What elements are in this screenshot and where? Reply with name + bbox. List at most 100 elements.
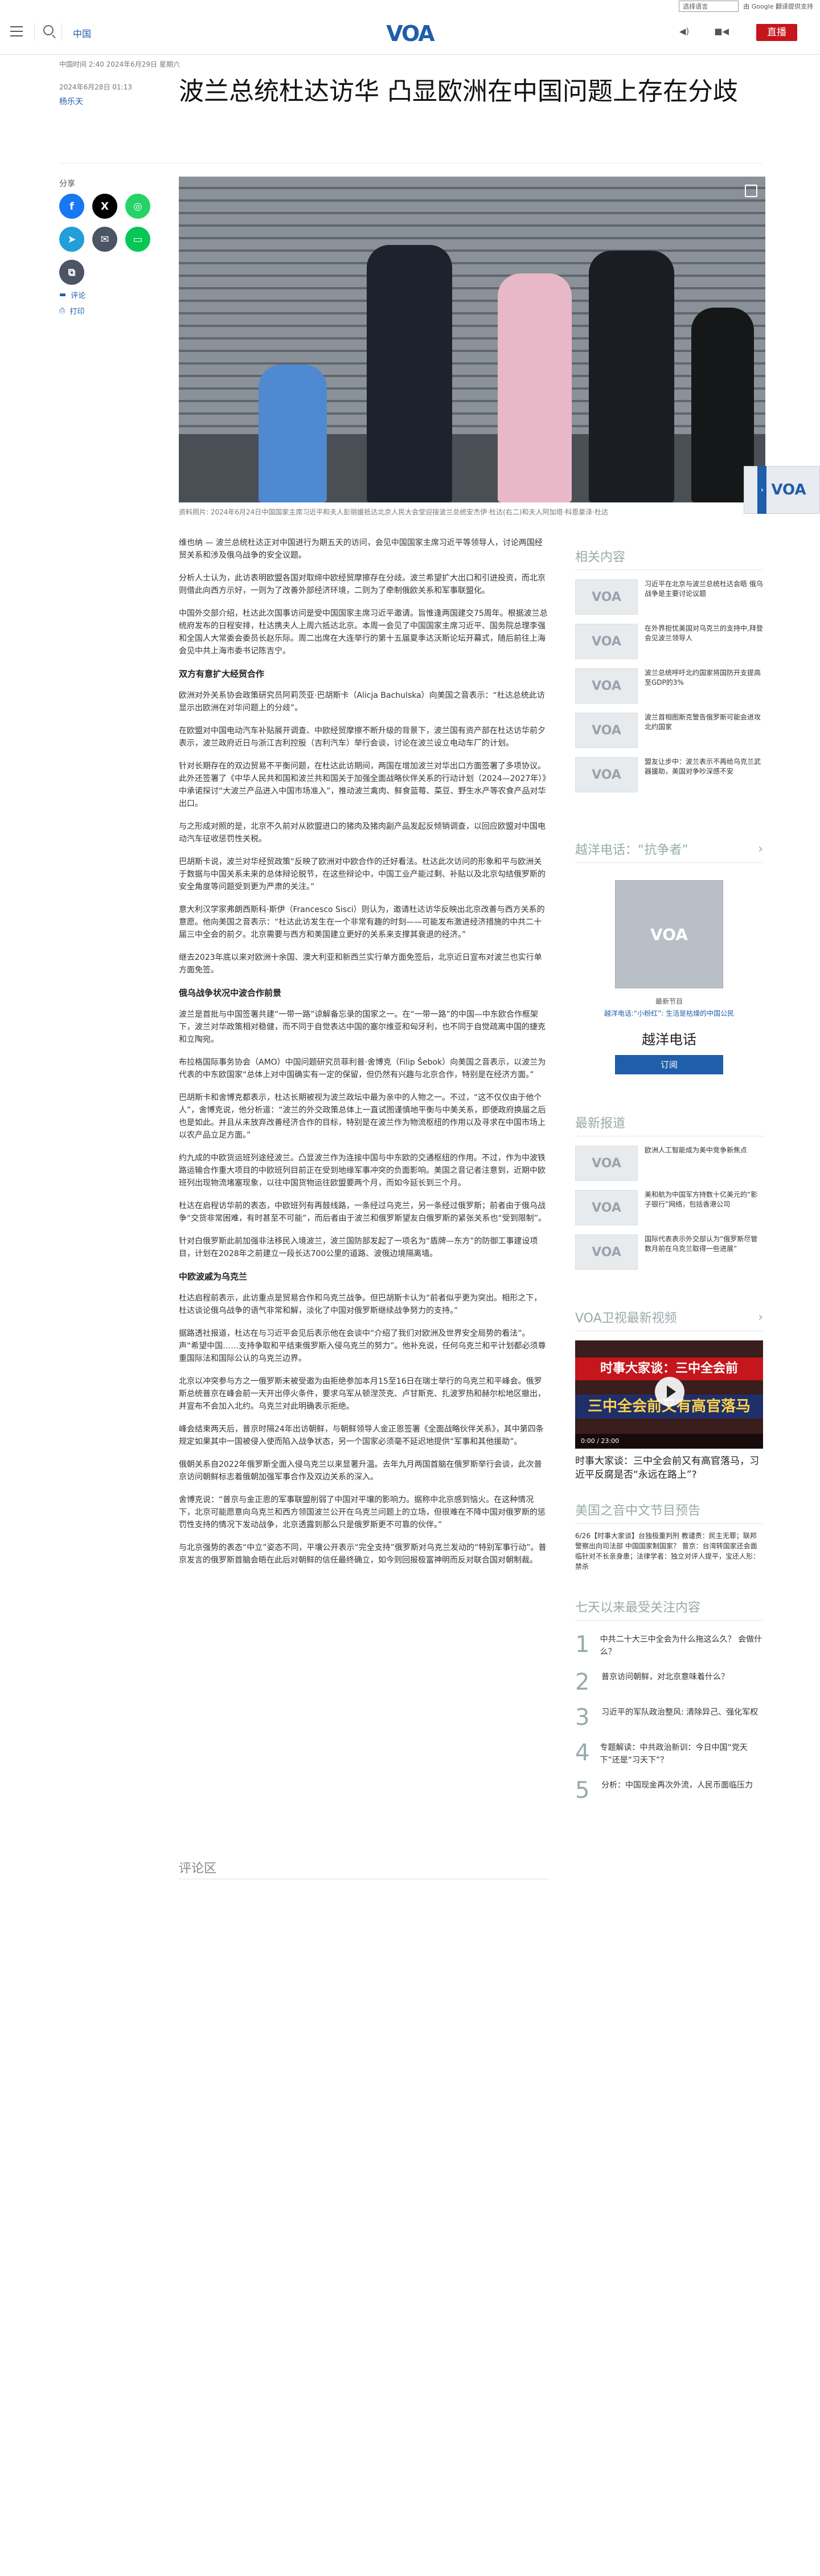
facebook-icon[interactable]: f <box>59 194 84 219</box>
rank-number: 2 <box>575 1669 590 1695</box>
header-icons: ◀) ■◀ <box>679 26 729 36</box>
comments-heading: 评论区 <box>179 1862 217 1876</box>
floating-voa-widget[interactable]: › VOA <box>744 466 820 514</box>
site-header: 中国 VOA ◀) ■◀ 直播 <box>0 14 820 55</box>
popular-item[interactable]: 4 专题解读：中共政治新训：今日中国“党天下”还是“习天下”？ <box>575 1741 763 1767</box>
x-icon[interactable]: X <box>92 194 117 219</box>
popular-title: 习近平的军队政治整风: 清除异己、强化军权 <box>601 1708 758 1717</box>
popular-heading-label: 七天以来最受关注内容 <box>575 1601 701 1615</box>
thumbnail: VOA <box>575 668 638 704</box>
subheading: 中欧波戚为乌克兰 <box>179 1271 248 1282</box>
thumbnail: VOA <box>575 624 638 659</box>
language-select[interactable]: 选择语言 <box>679 1 739 12</box>
rank-number: 5 <box>575 1777 590 1804</box>
search-icon[interactable] <box>43 25 54 35</box>
divider <box>34 23 35 41</box>
paragraph: 继去2023年底以来对欧洲十余国、澳大利亚和新西兰实行单方面免签后，北京近日宣布… <box>179 953 542 975</box>
share-label: 分享 <box>59 179 75 189</box>
play-icon[interactable] <box>655 1377 684 1406</box>
preview-section: 美国之音中文节目预告 6/26【时事大家谈】台独极重判刑 教谴责：民主无罪；联邦… <box>575 1500 763 1572</box>
latest-title: 美和航为中国军方持数十亿美元的“影子银行”网络，包括香港公司 <box>645 1191 758 1208</box>
paragraph: 中国外交部介绍，杜达此次国事访问是受中国国家主席习近平邀请。旨惟逢两国建交75周… <box>179 609 548 656</box>
popular-title: 专题解读：中共政治新训：今日中国“党天下”还是“习天下”？ <box>600 1743 748 1765</box>
thumbnail: VOA <box>575 1146 638 1181</box>
related-item[interactable]: VOA 波兰首相图斯克警告俄罗斯可能会进攻北约国家 <box>575 713 763 748</box>
video-caption[interactable]: 时事大家谈：三中全会前又有高官落马，习近平反腐是否“永远在路上”? <box>575 1454 763 1482</box>
line-icon[interactable]: ▭ <box>125 227 150 252</box>
article-updated: 2024年6月28日 01:13 <box>59 83 132 91</box>
article-meta: 中国时间 2:40 2024年6月29日 星期六 <box>59 60 180 68</box>
popular-item[interactable]: 5 分析：中国现金再次外流，人民币面临压力 <box>575 1779 763 1802</box>
voa-logo[interactable]: VOA <box>382 21 438 47</box>
popular-title: 分析：中国现金再次外流，人民币面临压力 <box>601 1781 753 1790</box>
rank-number: 3 <box>575 1704 590 1731</box>
related-title: 波兰总统呼吁北约国家将国防开支提高至GDP的3% <box>645 669 761 686</box>
paragraph: 北京以冲突参与方之一俄罗斯未被受邀为由拒绝参加本月15至16日在瑞士举行的乌克兰… <box>179 1377 546 1411</box>
share-row: f X ◎ <box>59 194 150 219</box>
whatsapp-icon[interactable]: ◎ <box>125 194 150 219</box>
podcast-cover[interactable]: VOA <box>615 880 723 988</box>
subheading: 双方有意扩大经贸合作 <box>179 669 265 679</box>
podcast-kicker: 最新节目 <box>655 997 683 1005</box>
telegram-icon[interactable]: ➤ <box>59 227 84 252</box>
related-section: 相关内容 VOA 习近平在北京与波兰总统杜达会晤 俄乌战争是主要讨论议题 VOA 在… <box>575 547 763 792</box>
related-title: 在外界担忧美国对乌克兰的支持中,拜登会见波兰领导人 <box>645 624 763 642</box>
section-link-china[interactable]: 中国 <box>73 26 91 40</box>
preview-text: 6/26【时事大家谈】台独极重判刑 教谴责：民主无罪；联邦警察出向司法部 中国国… <box>575 1532 760 1571</box>
related-heading: 相关内容 <box>575 547 763 570</box>
author-link[interactable]: 杨乐天 <box>59 96 83 107</box>
audio-icon[interactable]: ◀) <box>679 26 689 36</box>
rank-number: 4 <box>575 1740 590 1766</box>
latest-item[interactable]: VOA 欧洲人工智能成为美中竞争新焦点 <box>575 1146 763 1181</box>
email-icon[interactable]: ✉ <box>92 227 117 252</box>
subscribe-button[interactable]: 订阅 <box>615 1055 723 1074</box>
paragraph: 俄朝关系自2022年俄罗斯全面入侵乌克兰以来显著升温。去年九月两国首脑在俄罗斯举… <box>179 1460 542 1482</box>
latest-heading-label: 最新报道 <box>575 1117 626 1131</box>
popular-item[interactable]: 1 中共二十大三中全会为什么拖这么久？ 会做什么？ <box>575 1633 763 1658</box>
article-title: 波兰总统杜达访华 凸显欧洲在中国问题上存在分歧 <box>179 77 738 106</box>
article-body: 维也纳 — 波兰总统杜达正对中国进行为期五天的访问，会见中国国家主席习近平等领导… <box>179 537 549 1577</box>
related-item[interactable]: VOA 习近平在北京与波兰总统杜达会晤 俄乌战争是主要讨论议题 <box>575 579 763 615</box>
related-title: 盟友让步中：波兰表示不再给乌克兰武器援助，美国对争吵深感不安 <box>645 758 761 775</box>
paragraph: 杜达启程前表示，此访重点是贸易合作和乌克兰战争。但巴胡斯卡认为“前者似乎更为突出… <box>179 1294 542 1315</box>
share-row: ➤ ✉ ▭ <box>59 227 150 252</box>
video-icon[interactable]: ■◀ <box>714 26 729 36</box>
paragraph: 峰会结束两天后，普京时隔24年出访朝鲜，与朝鲜领导人金正恩签署《全面战略伙伴关系… <box>179 1425 544 1446</box>
image-caption: 资料照片: 2024年6月24日中国国家主席习近平和夫人彭丽媛抵达北京人民大会堂… <box>179 508 609 516</box>
copy-link-icon[interactable]: ⧉ <box>59 260 84 285</box>
related-title: 习近平在北京与波兰总统杜达会晤 俄乌战争是主要讨论议题 <box>645 580 763 598</box>
paragraph: 巴胡斯卡和舍博克都表示，杜达长期被视为波兰政坛中最为亲中的人物之一。不过，“这不… <box>179 1093 546 1140</box>
podcast-episode-link[interactable]: 越洋电话:“小粉红”: 生活是枯燥的中国公民 <box>575 1008 763 1018</box>
arrow-icon[interactable]: › <box>757 466 767 514</box>
paragraph: 与之形成对照的是，北京不久前对从欧盟进口的猪肉及猪肉副产品发起反倾销调查，以回应… <box>179 822 546 844</box>
thumbnail: VOA <box>575 1190 638 1225</box>
paragraph: 约九成的中欧货运班列途经波兰。凸显波兰作为连接中国与中东欧的交通枢纽的作用。不过… <box>179 1154 546 1188</box>
popular-title: 中共二十大三中全会为什么拖这么久？ 会做什么？ <box>600 1635 762 1657</box>
figure-center <box>367 245 452 502</box>
latest-item[interactable]: VOA 国际代表表示外交部认为“俄罗斯尽管数月前在乌克兰取得一些进展” <box>575 1234 763 1270</box>
video-controls[interactable]: 0:00 / 23:00 <box>575 1434 763 1449</box>
latest-title: 国际代表表示外交部认为“俄罗斯尽管数月前在乌克兰取得一些进展” <box>645 1235 758 1253</box>
popular-heading: 七天以来最受关注内容 <box>575 1597 763 1621</box>
hero-image <box>179 177 765 502</box>
related-item[interactable]: VOA 波兰总统呼吁北约国家将国防开支提高至GDP的3% <box>575 668 763 704</box>
print-link[interactable]: ⎙ 打印 <box>59 305 84 316</box>
latest-item[interactable]: VOA 美和航为中国军方持数十亿美元的“影子银行”网络，包括香港公司 <box>575 1190 763 1225</box>
expand-icon[interactable] <box>745 185 757 197</box>
paragraph: 巴胡斯卡说，波兰对华经贸政策“反映了欧洲对中欧合作的迁好看法。杜达此次访问的形象… <box>179 857 546 892</box>
related-item[interactable]: VOA 盟友让步中：波兰表示不再给乌克兰武器援助，美国对争吵深感不安 <box>575 757 763 792</box>
menu-icon[interactable] <box>10 26 23 36</box>
podcast-heading[interactable]: 越洋电话：“抗争者” › <box>575 840 763 863</box>
comment-link[interactable]: ▬ 评论 <box>59 289 85 300</box>
thumbnail: VOA <box>575 1234 638 1270</box>
podcast-title: 越洋电话 <box>642 1032 696 1048</box>
video-heading[interactable]: VOA卫视最新视频 › <box>575 1308 763 1331</box>
popular-item[interactable]: 3 习近平的军队政治整风: 清除异己、强化军权 <box>575 1706 763 1729</box>
live-button[interactable]: 直播 <box>756 24 797 41</box>
paragraph: 维也纳 — 波兰总统杜达正对中国进行为期五天的访问，会见中国国家主席习近平等领导… <box>179 538 543 560</box>
popular-item[interactable]: 2 普京访问朝鲜，对北京意味着什么？ <box>575 1671 763 1694</box>
latest-section: 最新报道 VOA 欧洲人工智能成为美中竞争新焦点 VOA 美和航为中国军方持数十亿美… <box>575 1113 763 1270</box>
related-item[interactable]: VOA 在外界担忧美国对乌克兰的支持中,拜登会见波兰领导人 <box>575 624 763 659</box>
podcast-heading-label: 越洋电话：“抗争者” <box>575 843 688 857</box>
video-player[interactable]: 时事大家谈：三中全会前 三中全会前又有高官落马 0:00 / 23:00 <box>575 1340 763 1449</box>
